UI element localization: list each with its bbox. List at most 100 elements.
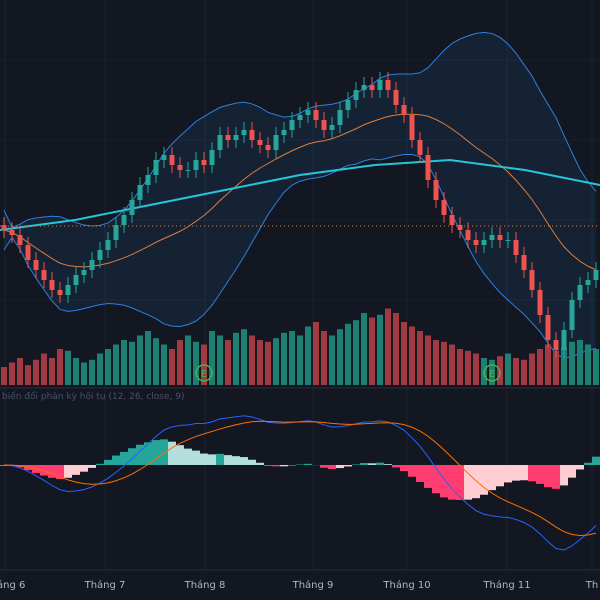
- volume-bar: [417, 331, 423, 385]
- macd-histogram-bar: [528, 465, 536, 482]
- macd-histogram-bar: [320, 465, 328, 468]
- volume-bar: [169, 349, 175, 385]
- volume-bar: [9, 362, 15, 385]
- volume-bar: [97, 353, 103, 385]
- macd-histogram-bar: [208, 454, 216, 465]
- candle-body: [209, 150, 215, 165]
- candle-body: [201, 160, 207, 165]
- volume-bar: [121, 340, 127, 385]
- volume-bar: [89, 359, 95, 385]
- candle-body: [17, 235, 23, 245]
- event-marker-label: E: [201, 369, 207, 380]
- macd-histogram-bar: [520, 465, 528, 481]
- candle-body: [457, 225, 463, 230]
- volume-bar: [377, 314, 383, 385]
- macd-histogram-bar: [72, 465, 80, 475]
- volume-bar: [81, 362, 87, 385]
- macd-histogram-bar: [544, 465, 552, 488]
- macd-histogram-bar: [576, 465, 584, 470]
- macd-histogram-bar: [400, 465, 408, 472]
- candle-body: [497, 235, 503, 240]
- macd-histogram-bar: [592, 456, 600, 465]
- volume-bar: [353, 320, 359, 385]
- macd-histogram-bar: [336, 465, 344, 469]
- macd-histogram-bar: [240, 457, 248, 465]
- volume-bar: [297, 335, 303, 385]
- candle-body: [561, 330, 567, 350]
- macd-histogram-bar: [192, 450, 200, 465]
- volume-bar: [537, 349, 543, 385]
- candle-body: [521, 255, 527, 270]
- macd-histogram-bar: [352, 464, 360, 465]
- candle-body: [401, 105, 407, 115]
- candle-body: [577, 285, 583, 300]
- volume-bar: [577, 340, 583, 385]
- event-marker-label: E: [489, 369, 495, 380]
- candle-body: [49, 280, 55, 290]
- macd-histogram-bar: [88, 465, 96, 468]
- macd-histogram-bar: [224, 455, 232, 465]
- volume-bar: [569, 341, 575, 385]
- macd-histogram-bar: [144, 442, 152, 465]
- volume-bar: [145, 331, 151, 385]
- volume-bar: [545, 344, 551, 385]
- candle-body: [161, 155, 167, 160]
- volume-bar: [385, 308, 391, 385]
- time-axis-label: Tháng 10: [383, 580, 431, 591]
- candle-body: [153, 160, 159, 175]
- candle-body: [393, 90, 399, 105]
- candle-body: [273, 135, 279, 150]
- volume-bar: [225, 340, 231, 385]
- volume-bar: [273, 338, 279, 385]
- volume-bar: [257, 340, 263, 385]
- volume-bar: [265, 341, 271, 385]
- candle-body: [417, 140, 423, 155]
- candle-body: [569, 300, 575, 330]
- macd-histogram-bar: [344, 465, 352, 467]
- volume-bar: [337, 329, 343, 385]
- volume-bar: [129, 341, 135, 385]
- macd-histogram-bar: [424, 465, 432, 488]
- macd-histogram-bar: [384, 464, 392, 465]
- volume-bar: [441, 341, 447, 385]
- volume-bar: [369, 317, 375, 385]
- candle-body: [265, 145, 271, 150]
- volume-bar: [585, 344, 591, 385]
- candle-body: [33, 260, 39, 270]
- volume-bar: [25, 365, 31, 385]
- candle-body: [257, 140, 263, 145]
- macd-histogram-bar: [488, 465, 496, 491]
- macd-histogram-bar: [176, 445, 184, 465]
- candle-body: [385, 80, 391, 90]
- time-axis-label: Th: [585, 580, 599, 591]
- candle-body: [145, 175, 151, 185]
- candle-body: [529, 270, 535, 290]
- candle-body: [345, 100, 351, 110]
- candle-body: [217, 135, 223, 150]
- macd-histogram-bar: [248, 459, 256, 465]
- time-axis-label: Tháng 6: [0, 580, 26, 591]
- price-chart[interactable]: EE: [0, 0, 600, 600]
- volume-bar: [345, 323, 351, 385]
- volume-bar: [425, 335, 431, 385]
- volume-bar: [281, 332, 287, 385]
- time-axis-label: Tháng 7: [84, 580, 126, 591]
- candle-body: [337, 110, 343, 125]
- candle-body: [249, 130, 255, 140]
- macd-histogram-bar: [376, 462, 384, 465]
- macd-pane-title: biến đổi phân kỳ hội tụ (12, 26, close, …: [2, 392, 185, 402]
- candle-body: [9, 230, 15, 235]
- volume-bar: [1, 367, 7, 385]
- macd-histogram-bar: [448, 465, 456, 500]
- volume-bar: [233, 332, 239, 385]
- candle-body: [89, 260, 95, 270]
- volume-bar: [593, 349, 599, 385]
- macd-histogram-bar: [304, 463, 312, 465]
- candle-body: [473, 240, 479, 245]
- volume-bar: [393, 313, 399, 385]
- volume-bar: [249, 335, 255, 385]
- volume-bar: [361, 313, 367, 385]
- candle-body: [1, 225, 7, 230]
- candle-body: [433, 180, 439, 200]
- volume-bar: [449, 344, 455, 385]
